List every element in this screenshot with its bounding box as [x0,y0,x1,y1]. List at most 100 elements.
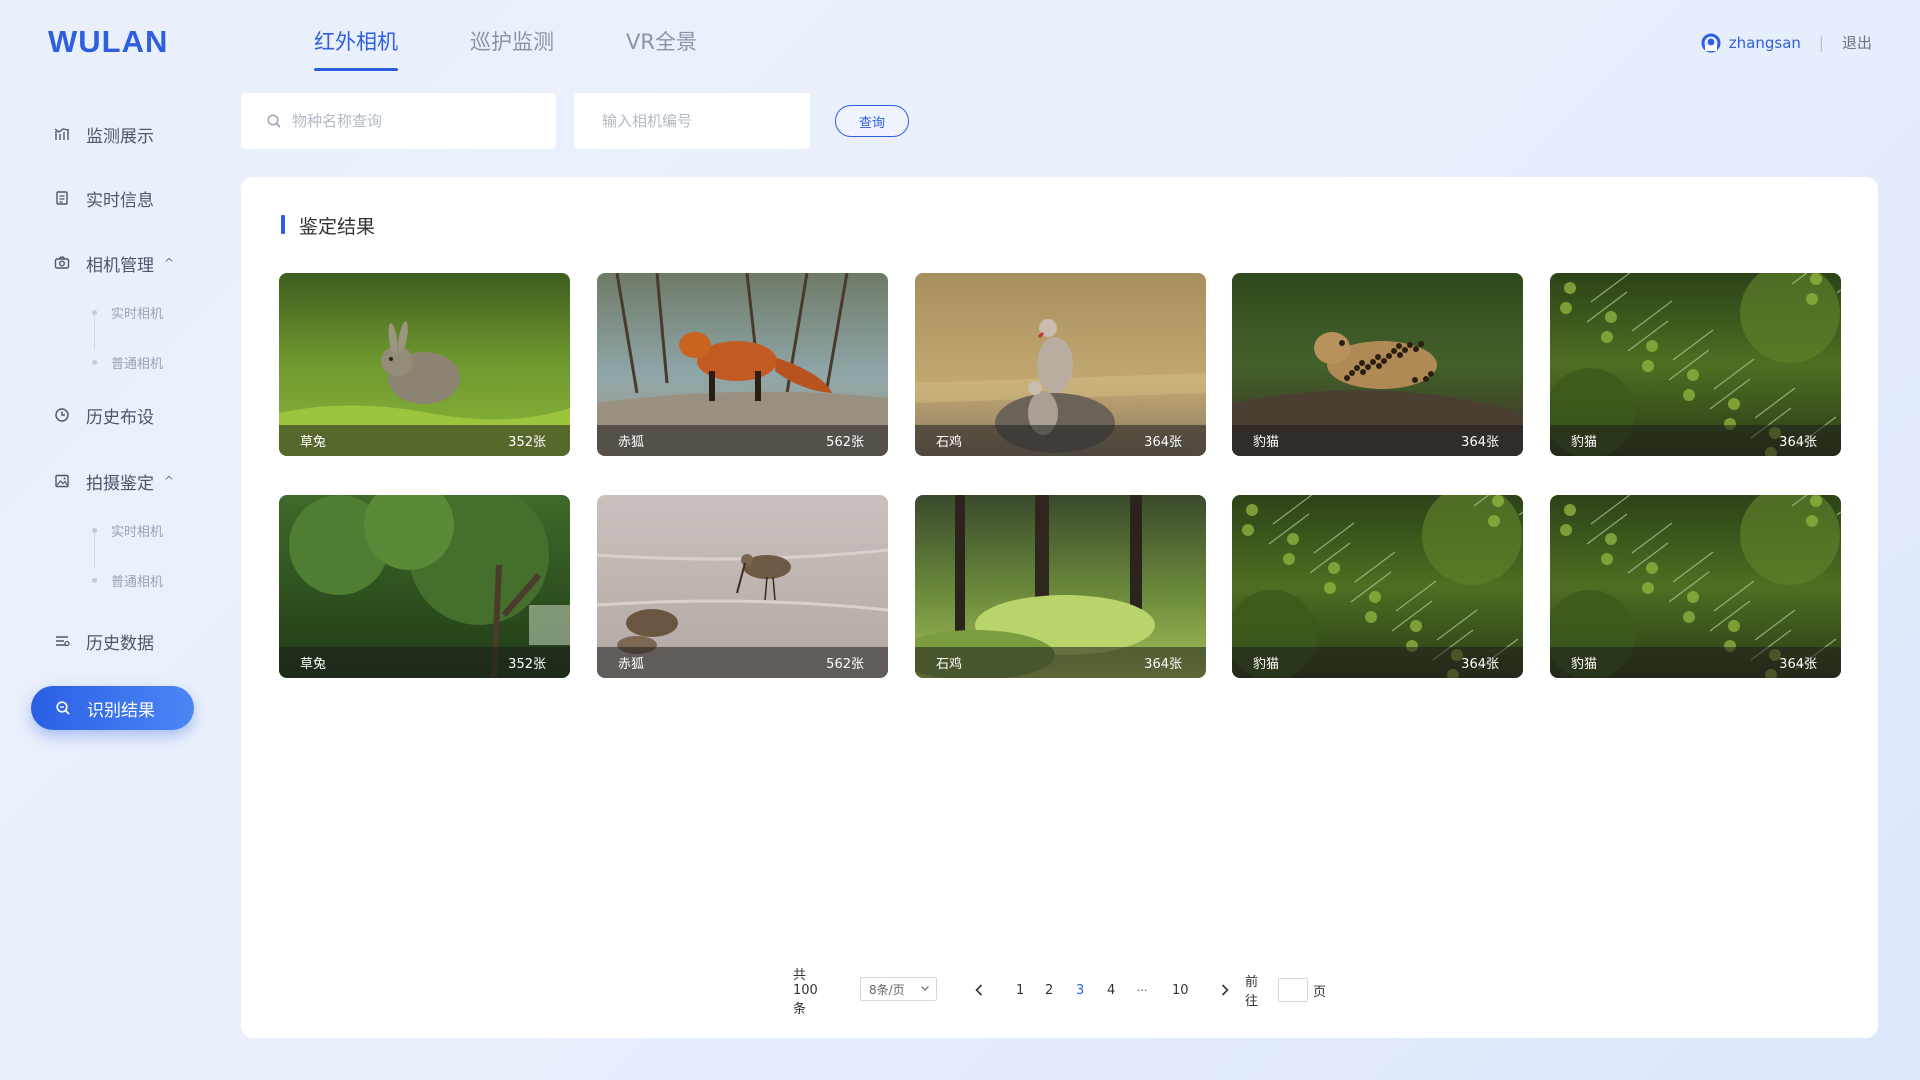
submenu-item-label: 普通相机 [111,575,164,590]
sidebar-item-label: 监测展示 [86,126,154,147]
camera-number-input[interactable] [602,112,810,130]
total-count: 共100条 [793,967,818,1017]
search-icon [55,700,71,716]
chevron-down-icon [920,982,930,996]
result-card[interactable]: 石鸡 364张 [915,273,1206,456]
sidebar-item-history-data[interactable]: 历史数据 [0,621,220,661]
result-panel: 鉴定结果 草兔 352张 赤狐 562张 石鸡 364张 豹猫 364张 豹猫 … [241,177,1878,1038]
photo-count: 364张 [1461,657,1499,672]
document-icon [54,190,70,206]
species-name: 豹猫 [1571,657,1598,672]
page-number-current[interactable]: 3 [1076,977,1084,1003]
user-name[interactable]: zhangsan [1729,34,1801,52]
bullet-dot-icon [92,310,97,315]
card-caption-bar: 豹猫 364张 [1550,425,1841,456]
page-size-value: 8条/页 [869,982,905,997]
sidebar-item-label: 识别结果 [87,700,155,721]
logout-button[interactable]: 退出 [1842,32,1872,53]
photo-count: 364张 [1144,657,1182,672]
user-avatar-icon[interactable] [1701,33,1721,53]
page-number[interactable]: 1 [1016,977,1024,1003]
tab-vr-panorama[interactable]: VR全景 [626,26,697,71]
page-number[interactable]: 4 [1107,977,1115,1003]
card-caption-bar: 赤狐 562张 [597,647,888,678]
page-number[interactable]: 10 [1172,977,1189,1003]
sidebar-item-label: 拍摄鉴定 [86,473,154,494]
sidebar-item-recognition-result[interactable]: 识别结果 [31,686,194,730]
tab-patrol-monitoring[interactable]: 巡护监测 [470,26,554,71]
next-page-icon[interactable] [1219,977,1231,1003]
species-name: 豹猫 [1571,435,1598,450]
result-card[interactable]: 豹猫 364张 [1550,495,1841,678]
species-name: 石鸡 [936,435,963,450]
camera-search-box [574,93,810,149]
submenu-item-label: 普通相机 [111,357,164,372]
card-caption-bar: 草兔 352张 [279,425,570,456]
card-caption-bar: 豹猫 364张 [1550,647,1841,678]
bullet-dot-icon [92,360,97,365]
app-logo: WULAN [48,24,169,59]
sidebar-item-label: 相机管理 [86,255,154,276]
species-search-box [241,93,556,149]
bullet-dot-icon [92,578,97,583]
submenu-item-label: 实时相机 [111,307,164,322]
species-name: 草兔 [300,657,327,672]
clock-icon [54,407,70,423]
result-card[interactable]: 赤狐 562张 [597,495,888,678]
sidebar-item-monitoring-display[interactable]: 监测展示 [0,114,220,154]
submenu-item-normal-camera[interactable]: 普通相机 [92,353,163,372]
tab-infrared-camera[interactable]: 红外相机 [314,26,398,71]
species-name: 豹猫 [1253,435,1280,450]
sidebar-item-label: 历史数据 [86,633,154,654]
prev-page-icon[interactable] [973,977,985,1003]
photo-count: 562张 [826,435,864,450]
photo-count: 364张 [1779,657,1817,672]
photo-count: 352张 [508,657,546,672]
goto-input-wrap [1278,977,1308,1003]
bullet-dot-icon [92,528,97,533]
page-ellipsis[interactable]: ··· [1137,977,1148,1003]
result-card[interactable]: 豹猫 364张 [1550,273,1841,456]
card-caption-bar: 豹猫 364张 [1232,425,1523,456]
sidebar-item-shooting-identification[interactable]: 拍摄鉴定 ^ [0,461,220,501]
list-icon [54,633,70,649]
sidebar-item-realtime-info[interactable]: 实时信息 [0,178,220,218]
image-icon [54,473,70,489]
sidebar-item-history-deployment[interactable]: 历史布设 [0,395,220,435]
card-caption-bar: 赤狐 562张 [597,425,888,456]
submenu-item-realtime-camera[interactable]: 实时相机 [92,303,163,322]
photo-count: 562张 [826,657,864,672]
photo-count: 364张 [1144,435,1182,450]
species-name-input[interactable] [292,112,556,130]
result-card[interactable]: 草兔 352张 [279,495,570,678]
goto-page-input[interactable] [1278,978,1308,1002]
card-caption-bar: 石鸡 364张 [915,647,1206,678]
result-card[interactable]: 豹猫 364张 [1232,495,1523,678]
photo-count: 364张 [1461,435,1499,450]
top-nav-tabs: 红外相机 巡护监测 VR全景 [314,26,769,71]
page-size-select[interactable]: 8条/页 [860,977,937,1001]
card-caption-bar: 草兔 352张 [279,647,570,678]
chevron-up-icon: ^ [164,256,175,270]
query-button[interactable]: 查询 [835,105,909,137]
sidebar-item-camera-management[interactable]: 相机管理 ^ [0,243,220,283]
submenu-item-realtime-camera[interactable]: 实时相机 [92,521,163,540]
page-suffix: 页 [1313,984,1327,1000]
card-caption-bar: 豹猫 364张 [1232,647,1523,678]
species-name: 赤狐 [618,657,645,672]
chevron-up-icon: ^ [164,474,175,488]
submenu-item-normal-camera[interactable]: 普通相机 [92,571,163,590]
result-card[interactable]: 草兔 352张 [279,273,570,456]
user-separator: | [1818,33,1824,52]
photo-count: 352张 [508,435,546,450]
species-name: 赤狐 [618,435,645,450]
user-area: zhangsan | 退出 [1701,32,1872,53]
submenu-item-label: 实时相机 [111,525,164,540]
panel-title: 鉴定结果 [281,212,375,239]
result-card[interactable]: 豹猫 364张 [1232,273,1523,456]
goto-label: 前往 [1245,975,1259,1009]
result-card[interactable]: 赤狐 562张 [597,273,888,456]
page-number[interactable]: 2 [1045,977,1053,1003]
result-card[interactable]: 石鸡 364张 [915,495,1206,678]
camera-icon [54,255,70,271]
